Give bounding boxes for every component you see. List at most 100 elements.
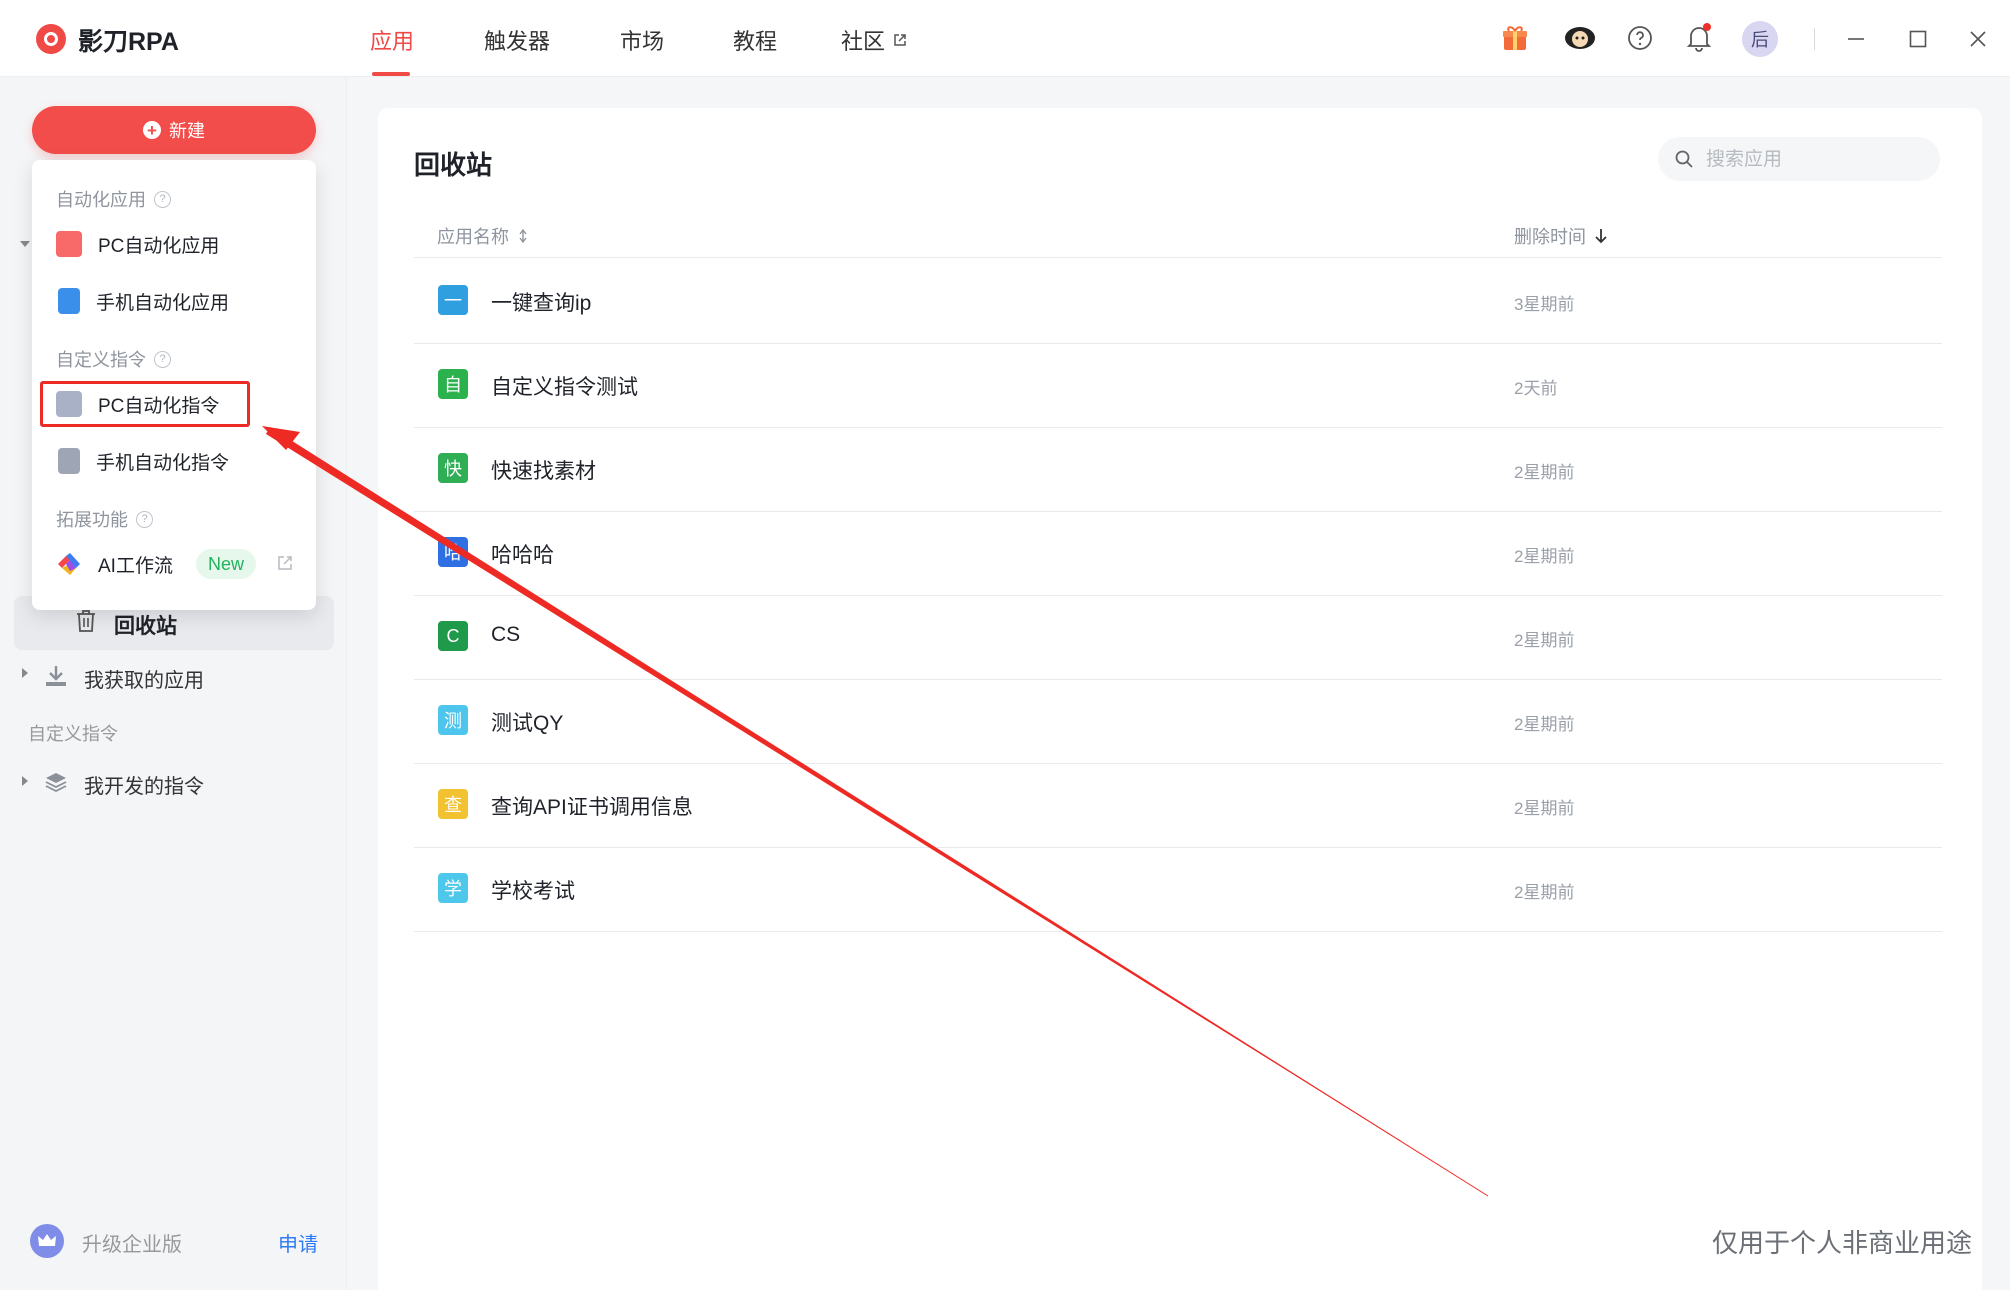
upgrade-enterprise-label: 升级企业版	[82, 1234, 182, 1256]
tab-triggers[interactable]: 触发器	[484, 24, 550, 56]
notification-bell-icon[interactable]	[1681, 20, 1717, 56]
pc-app-icon	[56, 231, 82, 257]
help-icon[interactable]: ?	[154, 350, 171, 368]
sort-icon	[519, 228, 527, 244]
menu-item-ai-workflow[interactable]: AI工作流	[56, 549, 173, 579]
dropdown-section-extend: 拓展功能 ?	[56, 506, 153, 532]
deleted-time: 3星期前	[1514, 295, 1575, 314]
titlebar-divider	[1814, 28, 1815, 50]
assistant-icon[interactable]	[1562, 20, 1598, 56]
deleted-time: 2星期前	[1514, 715, 1575, 734]
app-badge-icon: 测	[438, 705, 468, 735]
layers-icon	[44, 770, 68, 799]
close-icon[interactable]	[1961, 22, 1995, 56]
column-header-label: 应用名称	[437, 227, 509, 247]
table-row[interactable]: 学学校考试 2星期前	[414, 847, 1942, 932]
column-header-label: 删除时间	[1514, 227, 1586, 247]
dropdown-section-automation: 自动化应用 ?	[56, 186, 171, 212]
search-input[interactable]	[1704, 143, 1928, 177]
deleted-time: 2星期前	[1514, 799, 1575, 818]
dropdown-section-custom: 自定义指令 ?	[56, 346, 171, 372]
app-badge-icon: C	[438, 621, 468, 651]
app-name: 一键查询ip	[491, 292, 592, 315]
sidebar-item-label: 回收站	[114, 615, 177, 638]
app-name: 学校考试	[491, 880, 575, 903]
search-icon	[1674, 149, 1694, 174]
menu-item-label: AI工作流	[98, 555, 173, 577]
external-link-icon[interactable]	[276, 554, 294, 577]
app-name: 测试QY	[491, 712, 564, 735]
sidebar-item-my-commands[interactable]: 我开发的指令	[84, 770, 204, 799]
column-header-name[interactable]: 应用名称	[437, 223, 529, 249]
new-button-label: 新建	[169, 121, 205, 141]
table-row[interactable]: 一一键查询ip 3星期前	[414, 259, 1942, 344]
user-avatar[interactable]: 后	[1742, 21, 1778, 57]
app-badge-icon: 查	[438, 789, 468, 819]
app-badge-icon: 学	[438, 873, 468, 903]
deleted-time: 2星期前	[1514, 883, 1575, 902]
menu-item-label: 手机自动化应用	[96, 292, 230, 314]
section-label: 自动化应用	[56, 190, 146, 210]
tab-community-label: 社区	[841, 29, 886, 54]
section-label: 自定义指令	[56, 350, 146, 370]
tab-community[interactable]: 社区	[841, 24, 907, 56]
tree-expand-arrow[interactable]	[22, 668, 28, 678]
menu-item-mobile-command[interactable]: 手机自动化指令	[56, 446, 229, 476]
mobile-command-icon	[58, 448, 80, 474]
tree-expand-arrow[interactable]	[20, 241, 30, 247]
external-link-icon	[894, 34, 906, 46]
crown-icon	[30, 1224, 64, 1258]
app-badge-icon: 快	[438, 453, 468, 483]
new-badge: New	[196, 549, 256, 579]
deleted-time: 2星期前	[1514, 631, 1575, 650]
watermark-text: 仅用于个人非商业用途	[1712, 1228, 1973, 1258]
minimize-icon[interactable]	[1839, 22, 1873, 56]
deleted-time: 2星期前	[1514, 547, 1575, 566]
table-row[interactable]: 测测试QY 2星期前	[414, 679, 1942, 764]
app-badge-icon: 一	[438, 285, 468, 315]
table-header-divider	[414, 257, 1942, 258]
sort-descending-icon	[1595, 229, 1607, 244]
trash-icon	[74, 608, 98, 639]
column-header-deleted-time[interactable]: 删除时间	[1514, 223, 1608, 249]
maximize-icon[interactable]	[1901, 22, 1935, 56]
app-title: 影刀RPA	[78, 28, 179, 56]
sidebar-item-acquired-apps[interactable]: 我获取的应用	[84, 664, 204, 693]
sidebar-section-title: 自定义指令	[28, 724, 118, 744]
tab-tutorials[interactable]: 教程	[733, 24, 777, 56]
highlight-box	[40, 381, 250, 427]
deleted-time: 2天前	[1514, 379, 1558, 398]
gift-icon[interactable]	[1497, 20, 1533, 56]
menu-item-mobile-app[interactable]: 手机自动化应用	[56, 286, 229, 316]
help-icon[interactable]: ?	[154, 190, 171, 208]
table-row[interactable]: 自自定义指令测试 2天前	[414, 343, 1942, 428]
tab-market[interactable]: 市场	[620, 24, 664, 56]
app-name: 查询API证书调用信息	[491, 796, 693, 819]
app-name: 哈哈哈	[491, 544, 554, 567]
tab-apps[interactable]: 应用	[370, 24, 414, 56]
app-name: 快速找素材	[491, 460, 596, 483]
help-icon[interactable]: ?	[136, 510, 153, 528]
app-name: 自定义指令测试	[491, 376, 638, 399]
app-logo-icon	[36, 24, 66, 54]
section-label: 拓展功能	[56, 510, 128, 530]
download-icon	[44, 664, 68, 693]
app-badge-icon: 自	[438, 369, 468, 399]
table-row[interactable]: C CS 2星期前	[414, 595, 1942, 680]
new-button[interactable]: + 新建	[32, 106, 316, 154]
mobile-app-icon	[58, 288, 80, 314]
app-badge-icon: 哈	[438, 537, 468, 567]
page-title: 回收站	[414, 150, 493, 180]
menu-item-pc-app[interactable]: PC自动化应用	[56, 229, 219, 259]
menu-item-label: PC自动化应用	[98, 235, 220, 257]
deleted-time: 2星期前	[1514, 463, 1575, 482]
apply-link[interactable]: 申请	[278, 1228, 318, 1257]
tree-expand-arrow[interactable]	[22, 776, 28, 786]
table-row[interactable]: 快快速找素材 2星期前	[414, 427, 1942, 512]
table-row[interactable]: 哈哈哈哈 2星期前	[414, 511, 1942, 596]
table-row[interactable]: 查查询API证书调用信息 2星期前	[414, 763, 1942, 848]
active-tab-indicator	[372, 72, 410, 76]
help-icon[interactable]	[1622, 20, 1658, 56]
ai-workflow-icon	[58, 553, 80, 575]
menu-item-label: 手机自动化指令	[96, 452, 230, 474]
